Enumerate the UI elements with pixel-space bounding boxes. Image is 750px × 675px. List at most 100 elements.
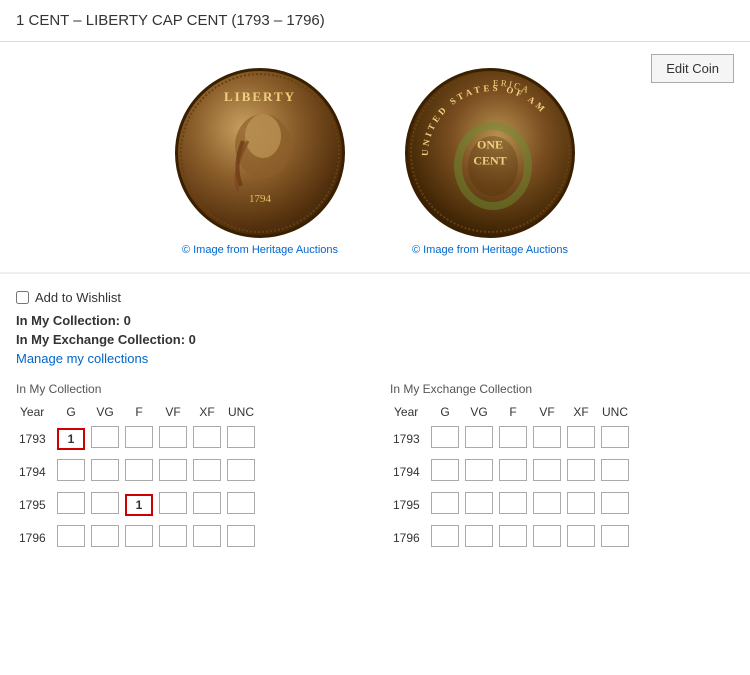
grade-box[interactable]	[465, 525, 493, 547]
grade-box[interactable]	[533, 459, 561, 481]
col-unc-my: UNC	[224, 402, 258, 422]
col-xf-my: XF	[190, 402, 224, 422]
col-vf-my: VF	[156, 402, 190, 422]
grade-box[interactable]	[567, 426, 595, 448]
year-cell: 1793	[16, 422, 54, 455]
grade-cell	[156, 455, 190, 488]
grade-cell	[428, 455, 462, 488]
grade-box[interactable]	[499, 492, 527, 514]
grade-box[interactable]	[193, 459, 221, 481]
grade-cell	[54, 455, 88, 488]
grade-box[interactable]	[193, 525, 221, 547]
grade-cell	[224, 422, 258, 455]
table-row: 1795 1	[16, 488, 258, 521]
grade-box[interactable]	[601, 492, 629, 514]
grade-box[interactable]	[159, 492, 187, 514]
grade-box[interactable]	[431, 492, 459, 514]
year-cell: 1796	[16, 521, 54, 554]
grade-box[interactable]	[465, 426, 493, 448]
grade-box[interactable]	[499, 525, 527, 547]
wishlist-row: Add to Wishlist	[16, 290, 734, 305]
grade-box[interactable]	[499, 426, 527, 448]
grade-box[interactable]	[57, 525, 85, 547]
grade-box[interactable]	[227, 492, 255, 514]
table-row: 1796	[390, 521, 632, 554]
grade-cell	[88, 455, 122, 488]
year-cell: 1795	[390, 488, 428, 521]
wishlist-checkbox[interactable]	[16, 291, 29, 304]
col-f-ex: F	[496, 402, 530, 422]
col-vf-ex: VF	[530, 402, 564, 422]
col-vg-my: VG	[88, 402, 122, 422]
grade-box[interactable]	[91, 459, 119, 481]
grade-cell	[190, 455, 224, 488]
coin-liberty-text: LIBERTY	[224, 89, 296, 105]
grade-cell	[598, 455, 632, 488]
table-row: 17931	[16, 422, 258, 455]
grade-cell	[496, 455, 530, 488]
manage-collections-link[interactable]: Manage my collections	[16, 351, 148, 366]
grade-box[interactable]	[431, 459, 459, 481]
grade-cell	[156, 521, 190, 554]
grade-box[interactable]	[227, 426, 255, 448]
grade-cell	[156, 488, 190, 521]
grade-box[interactable]	[431, 426, 459, 448]
grade-cell	[88, 488, 122, 521]
table-row: 1794	[16, 455, 258, 488]
my-collection-info: In My Collection: 0	[16, 313, 734, 328]
grade-box[interactable]	[125, 525, 153, 547]
grade-box[interactable]: 1	[125, 494, 153, 516]
grade-box[interactable]	[601, 426, 629, 448]
my-collection-grid: Year G VG F VF XF UNC 179311794179511796	[16, 402, 360, 554]
grade-box[interactable]	[159, 525, 187, 547]
grade-box[interactable]	[601, 525, 629, 547]
grade-cell	[428, 521, 462, 554]
grade-box[interactable]	[57, 492, 85, 514]
exchange-collection-info: In My Exchange Collection: 0	[16, 332, 734, 347]
grade-box[interactable]	[91, 426, 119, 448]
grade-box[interactable]	[227, 459, 255, 481]
grade-box[interactable]	[125, 426, 153, 448]
grade-box[interactable]	[193, 426, 221, 448]
grade-cell	[496, 521, 530, 554]
grade-cell	[564, 455, 598, 488]
grade-box[interactable]	[431, 525, 459, 547]
wishlist-label: Add to Wishlist	[35, 290, 121, 305]
year-cell: 1795	[16, 488, 54, 521]
grade-box[interactable]	[533, 492, 561, 514]
grade-box[interactable]	[567, 525, 595, 547]
grade-box[interactable]	[465, 459, 493, 481]
grade-box[interactable]	[465, 492, 493, 514]
coin-images: LIBERTY 1794 © Image from Heritage Aucti…	[16, 68, 734, 256]
grade-box[interactable]	[91, 525, 119, 547]
grade-cell	[190, 521, 224, 554]
grade-cell	[190, 488, 224, 521]
coin-date: 1794	[249, 193, 271, 205]
grade-cell: 1	[54, 422, 88, 455]
grade-box[interactable]	[227, 525, 255, 547]
grade-box[interactable]	[193, 492, 221, 514]
col-vg-ex: VG	[462, 402, 496, 422]
coin-back-caption: © Image from Heritage Auctions	[412, 244, 568, 256]
grade-box[interactable]	[533, 525, 561, 547]
grade-cell	[88, 521, 122, 554]
grade-box[interactable]	[567, 492, 595, 514]
grade-box[interactable]	[567, 459, 595, 481]
grade-cell	[598, 488, 632, 521]
grade-box[interactable]	[499, 459, 527, 481]
edit-coin-button[interactable]: Edit Coin	[651, 54, 734, 83]
coin-back-container: UNITED STATES OF AM ERICA ONECENT © Imag…	[405, 68, 575, 256]
page-header: 1 CENT – LIBERTY CAP CENT (1793 – 1796)	[0, 0, 750, 42]
grade-box[interactable]	[601, 459, 629, 481]
grade-box[interactable]	[159, 426, 187, 448]
grade-cell	[564, 488, 598, 521]
grade-box[interactable]	[533, 426, 561, 448]
grade-box[interactable]	[125, 459, 153, 481]
grade-box[interactable]: 1	[57, 428, 85, 450]
grade-box[interactable]	[159, 459, 187, 481]
table-row: 1794	[390, 455, 632, 488]
grade-cell	[564, 521, 598, 554]
grade-box[interactable]	[91, 492, 119, 514]
grade-cell	[598, 521, 632, 554]
grade-box[interactable]	[57, 459, 85, 481]
